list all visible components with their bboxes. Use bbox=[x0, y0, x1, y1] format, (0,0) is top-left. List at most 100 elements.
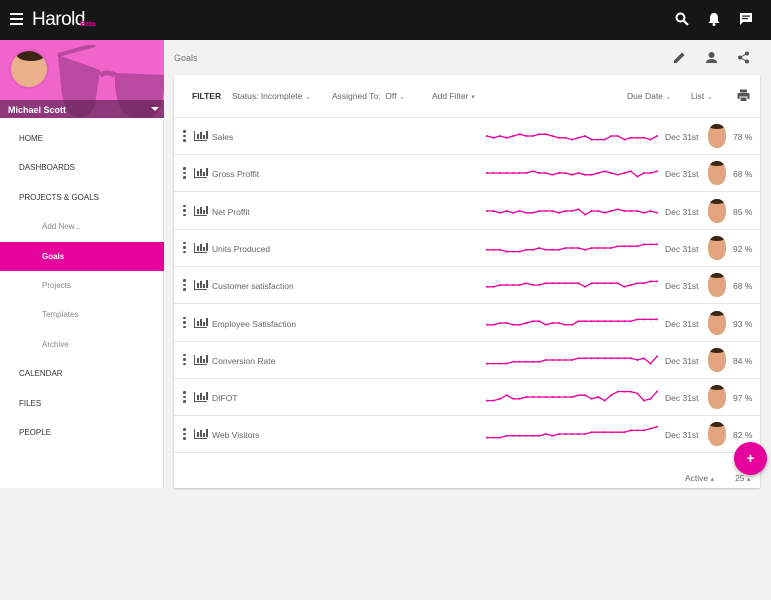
sparkline-point bbox=[636, 392, 639, 395]
goal-name[interactable]: Units Produced bbox=[212, 244, 270, 254]
sidebar-item-home[interactable]: HOME bbox=[0, 124, 164, 153]
sparkline bbox=[486, 317, 658, 326]
sparkline-point bbox=[649, 280, 652, 283]
sparkline-point bbox=[597, 431, 600, 434]
search-icon[interactable] bbox=[674, 12, 690, 28]
menu-icon[interactable] bbox=[10, 13, 23, 25]
goal-row[interactable]: Conversion Rate Dec 31st 84 % bbox=[174, 342, 760, 379]
sidebar-item-archive[interactable]: Archive bbox=[0, 330, 164, 359]
sidebar-item-dashboards[interactable]: DASHBOARDS bbox=[0, 153, 164, 182]
goal-row[interactable]: Customer satisfaction Dec 31st 68 % bbox=[174, 267, 760, 305]
goal-name[interactable]: Web Visitors bbox=[212, 430, 259, 440]
sidebar-item-people[interactable]: PEOPLE bbox=[0, 418, 164, 447]
sparkline-point bbox=[629, 136, 632, 139]
sparkline-point bbox=[499, 172, 502, 175]
due-date: Dec 31st bbox=[665, 355, 699, 366]
user-menu[interactable]: Michael Scott bbox=[0, 100, 164, 118]
sidebar-item-projects-goals[interactable]: PROJECTS & GOALS bbox=[0, 183, 164, 212]
sparkline-point bbox=[577, 246, 580, 249]
sparkline-point bbox=[597, 319, 600, 322]
sidebar-item-projects[interactable]: Projects bbox=[0, 271, 164, 300]
print-icon[interactable] bbox=[737, 89, 750, 104]
more-options-icon[interactable] bbox=[183, 204, 186, 217]
sparkline-point bbox=[544, 358, 547, 361]
sidebar-item-calendar[interactable]: CALENDAR bbox=[0, 359, 164, 388]
goal-row[interactable]: Units Produced Dec 31st 92 % bbox=[174, 230, 760, 267]
sparkline-point bbox=[551, 321, 554, 324]
sidebar-item-add-new[interactable]: Add New... bbox=[0, 212, 164, 241]
user-avatar[interactable] bbox=[9, 49, 49, 89]
sparkline-point bbox=[551, 209, 554, 212]
more-options-icon[interactable] bbox=[183, 353, 186, 366]
sparkline-point bbox=[571, 138, 573, 141]
more-options-icon[interactable] bbox=[183, 391, 186, 403]
more-options-icon[interactable] bbox=[183, 279, 186, 291]
view-dropdown[interactable]: List ⌄ bbox=[691, 91, 712, 101]
sparkline-point bbox=[499, 284, 502, 287]
sparkline-point bbox=[525, 172, 528, 175]
sparkline-point bbox=[486, 209, 488, 212]
goal-name[interactable]: Customer satisfaction bbox=[212, 281, 294, 291]
sidebar-item-templates[interactable]: Templates bbox=[0, 300, 164, 329]
goal-name[interactable]: Gross Proffit bbox=[212, 169, 259, 179]
add-goal-button[interactable]: + bbox=[734, 442, 767, 475]
sparkline-point bbox=[610, 282, 613, 285]
share-icon[interactable] bbox=[737, 51, 750, 67]
goal-row[interactable]: Web Visitors Dec 31st 82 % bbox=[174, 416, 760, 454]
goal-row[interactable]: DIFOT Dec 31st 97 % bbox=[174, 379, 760, 417]
sidebar-item-goals[interactable]: Goals bbox=[0, 241, 164, 271]
goal-name[interactable]: DIFOT bbox=[212, 393, 238, 403]
goal-name[interactable]: Employee Satisfaction bbox=[212, 319, 296, 329]
sparkline bbox=[486, 207, 658, 216]
sparkline-point bbox=[577, 136, 580, 139]
chat-icon[interactable] bbox=[738, 12, 754, 28]
status-selector[interactable]: Active ▴ bbox=[685, 473, 714, 483]
more-options-icon[interactable] bbox=[183, 428, 186, 440]
add-filter-button[interactable]: Add Filter ▾ bbox=[432, 91, 474, 101]
sparkline-point bbox=[656, 355, 658, 358]
sparkline-point bbox=[610, 246, 613, 249]
sparkline-point bbox=[610, 319, 613, 322]
bar-chart-icon bbox=[194, 392, 208, 403]
assigned-filter[interactable]: Assigned To: Off ⌄ bbox=[332, 91, 405, 101]
sparkline-point bbox=[492, 248, 495, 251]
sparkline-point bbox=[544, 209, 547, 212]
sparkline-point bbox=[584, 433, 587, 436]
sparkline bbox=[486, 426, 658, 439]
person-icon[interactable] bbox=[705, 51, 718, 67]
sparkline-point bbox=[610, 209, 613, 212]
user-name: Michael Scott bbox=[8, 105, 67, 115]
goal-row[interactable]: Employee Satisfaction Dec 31st 93 % bbox=[174, 305, 760, 342]
status-filter[interactable]: Status: Incomplete ⌄ bbox=[232, 91, 311, 101]
sparkline-point bbox=[512, 397, 515, 400]
goal-row[interactable]: Sales Dec 31st 78 % bbox=[174, 118, 760, 155]
sparkline-point bbox=[518, 360, 521, 363]
sparkline-point bbox=[538, 284, 541, 287]
sparkline-point bbox=[597, 246, 600, 249]
goal-row[interactable]: Net Proffit Dec 31st 85 % bbox=[174, 193, 760, 230]
sort-dropdown[interactable]: Due Date ⌄ bbox=[627, 91, 671, 101]
edit-icon[interactable] bbox=[673, 51, 686, 67]
sparkline-point bbox=[531, 211, 534, 214]
goal-name[interactable]: Sales bbox=[212, 132, 233, 142]
sparkline-point bbox=[505, 362, 508, 365]
goal-name[interactable]: Conversion Rate bbox=[212, 356, 275, 366]
sidebar-item-files[interactable]: FILES bbox=[0, 389, 164, 418]
sparkline-point bbox=[512, 250, 515, 253]
sparkline-point bbox=[590, 397, 593, 400]
sparkline-point bbox=[590, 138, 593, 141]
goal-name[interactable]: Net Proffit bbox=[212, 207, 250, 217]
more-options-icon[interactable] bbox=[183, 130, 186, 142]
assignee-avatar bbox=[708, 347, 726, 372]
sparkline-point bbox=[577, 394, 580, 397]
more-options-icon[interactable] bbox=[183, 167, 186, 179]
more-options-icon[interactable] bbox=[183, 241, 186, 254]
sparkline-point bbox=[486, 285, 488, 288]
sparkline-point bbox=[649, 317, 652, 320]
goal-row[interactable]: Gross Proffit Dec 31st 68 % bbox=[174, 155, 760, 193]
notifications-icon[interactable] bbox=[706, 12, 722, 28]
more-options-icon[interactable] bbox=[183, 316, 186, 329]
sparkline-point bbox=[584, 356, 587, 359]
sparkline-point bbox=[610, 356, 613, 359]
sparkline-point bbox=[603, 170, 606, 173]
